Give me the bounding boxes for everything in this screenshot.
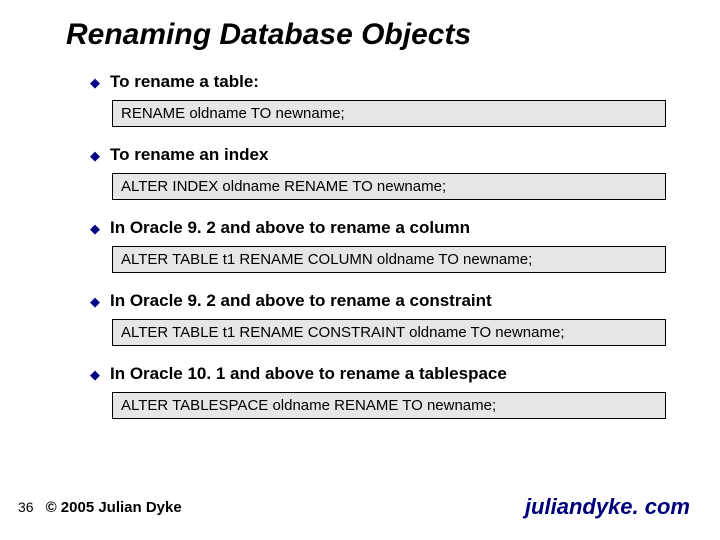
list-item: ◆ In Oracle 10. 1 and above to rename a … bbox=[90, 364, 676, 419]
footer: 36 © 2005 Julian Dyke juliandyke. com bbox=[0, 494, 720, 520]
code-block: ALTER TABLE t1 RENAME CONSTRAINT oldname… bbox=[112, 319, 666, 346]
bullet-row: ◆ In Oracle 9. 2 and above to rename a c… bbox=[90, 218, 676, 238]
diamond-bullet-icon: ◆ bbox=[90, 149, 100, 162]
footer-left: 36 © 2005 Julian Dyke bbox=[18, 499, 182, 516]
code-block: RENAME oldname TO newname; bbox=[112, 100, 666, 127]
site-url: juliandyke. com bbox=[525, 494, 690, 520]
list-item: ◆ To rename a table: RENAME oldname TO n… bbox=[90, 72, 676, 127]
item-desc: To rename an index bbox=[110, 145, 268, 165]
bullet-row: ◆ In Oracle 10. 1 and above to rename a … bbox=[90, 364, 676, 384]
diamond-bullet-icon: ◆ bbox=[90, 368, 100, 381]
item-desc: In Oracle 10. 1 and above to rename a ta… bbox=[110, 364, 507, 384]
copyright-text: © 2005 Julian Dyke bbox=[46, 499, 182, 516]
bullet-row: ◆ In Oracle 9. 2 and above to rename a c… bbox=[90, 291, 676, 311]
code-block: ALTER INDEX oldname RENAME TO newname; bbox=[112, 173, 666, 200]
diamond-bullet-icon: ◆ bbox=[90, 295, 100, 308]
code-block: ALTER TABLE t1 RENAME COLUMN oldname TO … bbox=[112, 246, 666, 273]
code-block: ALTER TABLESPACE oldname RENAME TO newna… bbox=[112, 392, 666, 419]
diamond-bullet-icon: ◆ bbox=[90, 76, 100, 89]
list-item: ◆ To rename an index ALTER INDEX oldname… bbox=[90, 145, 676, 200]
item-desc: To rename a table: bbox=[110, 72, 259, 92]
slide-title: Renaming Database Objects bbox=[66, 18, 676, 52]
list-item: ◆ In Oracle 9. 2 and above to rename a c… bbox=[90, 291, 676, 346]
item-desc: In Oracle 9. 2 and above to rename a col… bbox=[110, 218, 470, 238]
slide: Renaming Database Objects ◆ To rename a … bbox=[0, 0, 720, 419]
list-item: ◆ In Oracle 9. 2 and above to rename a c… bbox=[90, 218, 676, 273]
diamond-bullet-icon: ◆ bbox=[90, 222, 100, 235]
item-desc: In Oracle 9. 2 and above to rename a con… bbox=[110, 291, 492, 311]
bullet-row: ◆ To rename a table: bbox=[90, 72, 676, 92]
bullet-row: ◆ To rename an index bbox=[90, 145, 676, 165]
page-number: 36 bbox=[18, 499, 34, 515]
